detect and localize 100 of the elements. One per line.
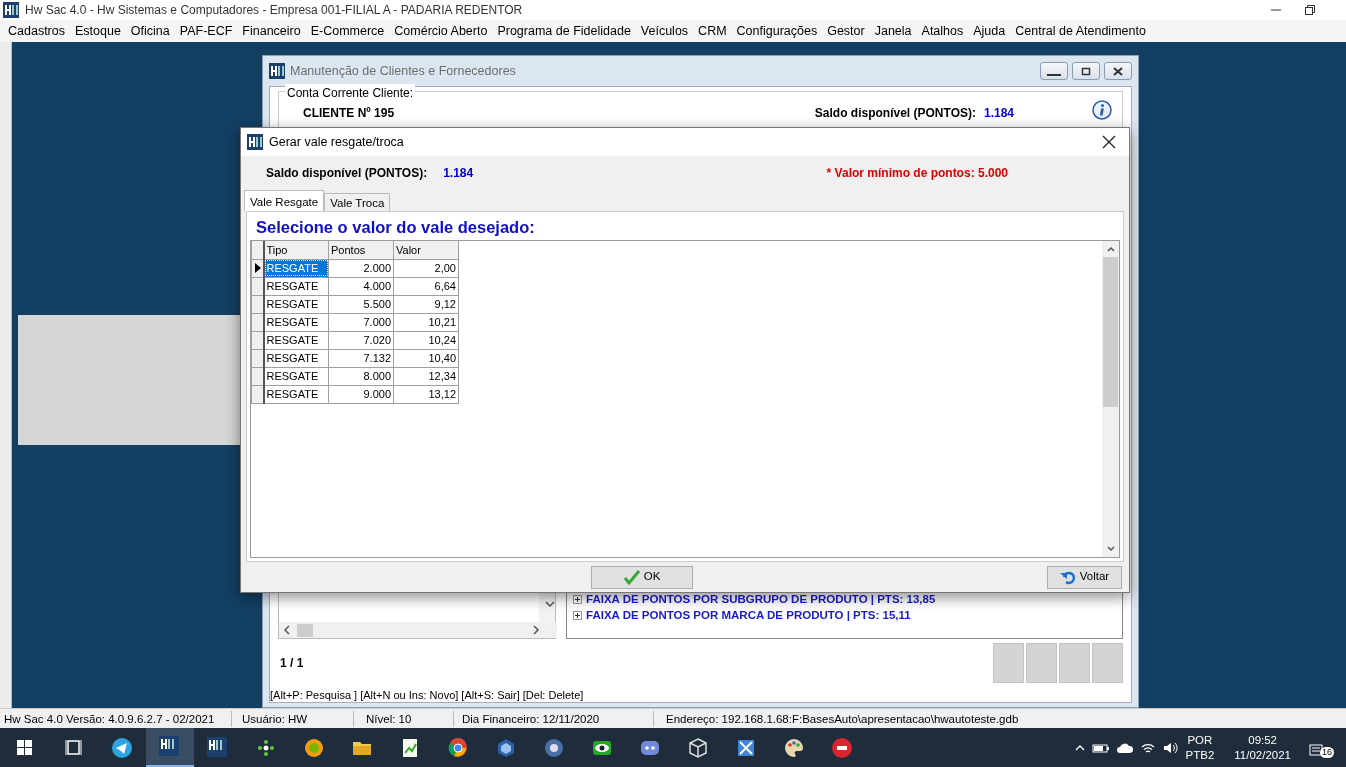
table-cell: 2,00: [393, 259, 459, 277]
app-logo-icon[interactable]: [159, 735, 181, 758]
app-logo-icon: [247, 134, 263, 150]
table-cell: RESGATE: [263, 385, 329, 403]
menu-item[interactable]: Programa de Fidelidade: [492, 21, 636, 41]
box-icon[interactable]: [687, 736, 709, 759]
table-cell: 7.132: [328, 349, 394, 367]
ok-button[interactable]: OK: [591, 565, 693, 589]
language-indicator[interactable]: POR PTB2: [1185, 732, 1215, 763]
maximize-icon: [1079, 65, 1093, 77]
table-cell: 8.000: [328, 367, 394, 385]
restore-icon[interactable]: [1304, 4, 1316, 16]
column-header: Pontos: [328, 241, 394, 259]
table-cell: 7.000: [328, 313, 394, 331]
menu-item[interactable]: CRM: [693, 21, 732, 41]
table-cell: 2.000: [328, 259, 394, 277]
menu-item[interactable]: Veículos: [635, 21, 694, 41]
paper-plane-icon[interactable]: [111, 736, 133, 759]
table-cell: 10,21: [393, 313, 459, 331]
clock[interactable]: 09:52 11/02/2021: [1234, 732, 1291, 763]
menu-item[interactable]: Cadastros: [3, 21, 70, 41]
menu-item[interactable]: Oficina: [125, 21, 175, 41]
app-logo-icon[interactable]: [207, 736, 229, 759]
section-heading: Selecione o valor do vale desejado:: [255, 217, 536, 238]
tab[interactable]: Vale Resgate: [244, 190, 325, 211]
close-button[interactable]: [1104, 62, 1132, 80]
maximize-button[interactable]: [1072, 62, 1100, 80]
menu-item[interactable]: E-Commerce: [305, 21, 390, 41]
cloud-icon[interactable]: [1115, 741, 1134, 754]
expand-icon[interactable]: [573, 595, 583, 605]
client-label: CLIENTE Nº 195: [303, 105, 395, 122]
row-pointer-icon: [254, 263, 262, 273]
table-cell: 9.000: [328, 385, 394, 403]
check-icon: [623, 569, 640, 585]
table-cell: RESGATE: [263, 277, 329, 295]
notification-button[interactable]: 16: [1307, 735, 1336, 760]
swirl-icon[interactable]: [303, 736, 325, 759]
table-cell: 6,64: [393, 277, 459, 295]
notification-icon: [1309, 743, 1323, 758]
status-field: Dia Financeiro: 12/11/2020: [462, 710, 600, 727]
shortcut-hints: [Alt+P: Pesquisa ] [Alt+N ou Ins: Novo] [Alt+S: Sair] [Del: Delete]: [270, 688, 585, 702]
page-counter: 1 / 1: [280, 655, 304, 672]
menu-item[interactable]: Configurações: [731, 21, 823, 41]
column-header: Valor: [393, 241, 459, 259]
status-field: Usuário: HW: [242, 710, 308, 727]
menu-item[interactable]: Ajuda: [968, 21, 1011, 41]
tab[interactable]: Vale Troca: [324, 193, 391, 211]
close-icon: [1111, 65, 1125, 77]
round-badge-icon[interactable]: [831, 736, 853, 759]
app-logo-icon: [269, 63, 285, 79]
menu-item[interactable]: Janela: [869, 21, 917, 41]
cube-icon[interactable]: [495, 736, 517, 759]
undo-icon: [1059, 569, 1076, 585]
ball-icon[interactable]: [543, 736, 565, 759]
status-field: Hw Sac 4.0 Versão: 4.0.9.6.2.7 - 02/2021: [4, 710, 215, 727]
expand-icon[interactable]: [573, 611, 583, 621]
menu-item[interactable]: Gestor: [822, 21, 870, 41]
table-cell: 12,34: [393, 367, 459, 385]
speaker-icon[interactable]: [1161, 740, 1180, 755]
window-title: Manutenção de Clientes e Fornecedores: [290, 62, 516, 80]
battery-icon[interactable]: [1091, 741, 1110, 754]
table-cell: 13,12: [393, 385, 459, 403]
balance-label: Saldo disponível (PONTOS):: [814, 105, 976, 122]
back-button[interactable]: Voltar: [1047, 565, 1122, 589]
window-title: Hw Sac 4.0 - Hw Sistemas e Computadores - Empresa 001-FILIAL A - PADARIA REDENTOR: [25, 2, 523, 19]
status-field: Nível: 10: [366, 710, 412, 727]
notification-count: 16: [1320, 746, 1334, 758]
table-cell: RESGATE: [263, 349, 329, 367]
table-cell: RESGATE: [263, 295, 329, 313]
menu-item[interactable]: Financeiro: [237, 21, 306, 41]
table-cell: 5.500: [328, 295, 394, 313]
tree-item[interactable]: FAIXA DE PONTOS POR MARCA DE PRODUTO | PTS: 15,11: [586, 607, 911, 625]
menu-item[interactable]: Central de Atendimento: [1010, 21, 1151, 41]
balance-label: Saldo disponível (PONTOS):: [266, 165, 428, 182]
table-cell: RESGATE: [263, 331, 329, 349]
round-logo-icon[interactable]: [447, 736, 469, 759]
menu-item[interactable]: Comércio Aberto: [389, 21, 493, 41]
balance-value: 1.184: [443, 165, 474, 182]
table-cell: 10,24: [393, 331, 459, 349]
table-cell: RESGATE: [263, 367, 329, 385]
table-cell: 7.020: [328, 331, 394, 349]
scrollbar[interactable]: [1102, 241, 1119, 557]
tree-item[interactable]: FAIXA DE PONTOS POR SUBGRUPO DE PRODUTO | PTS: 13,85: [586, 591, 936, 609]
dialog-title: Gerar vale resgate/troca: [269, 133, 404, 151]
table-cell: 4.000: [328, 277, 394, 295]
status-field: Endereço: 192.168.1.68:F:BasesAuto\apresentacao\hwautoteste.gdb: [666, 710, 1019, 727]
table-cell: RESGATE: [263, 313, 329, 331]
close-icon: [1102, 135, 1116, 149]
table-cell: 9,12: [393, 295, 459, 313]
minimum-points-note: * Valor mínimo de pontos: 5.000: [826, 165, 1008, 182]
balance-value: 1.184: [983, 105, 1014, 122]
minimize-icon: [1047, 74, 1061, 76]
table-cell: 10,40: [393, 349, 459, 367]
palette-icon[interactable]: [783, 736, 805, 759]
menu-item[interactable]: PAF-ECF: [174, 21, 238, 41]
column-header: Tipo: [263, 241, 329, 259]
info-icon[interactable]: [1092, 100, 1112, 120]
minimize-button[interactable]: [1040, 62, 1068, 80]
menu-item[interactable]: Estoque: [70, 21, 126, 41]
menu-item[interactable]: Atalhos: [916, 21, 969, 41]
